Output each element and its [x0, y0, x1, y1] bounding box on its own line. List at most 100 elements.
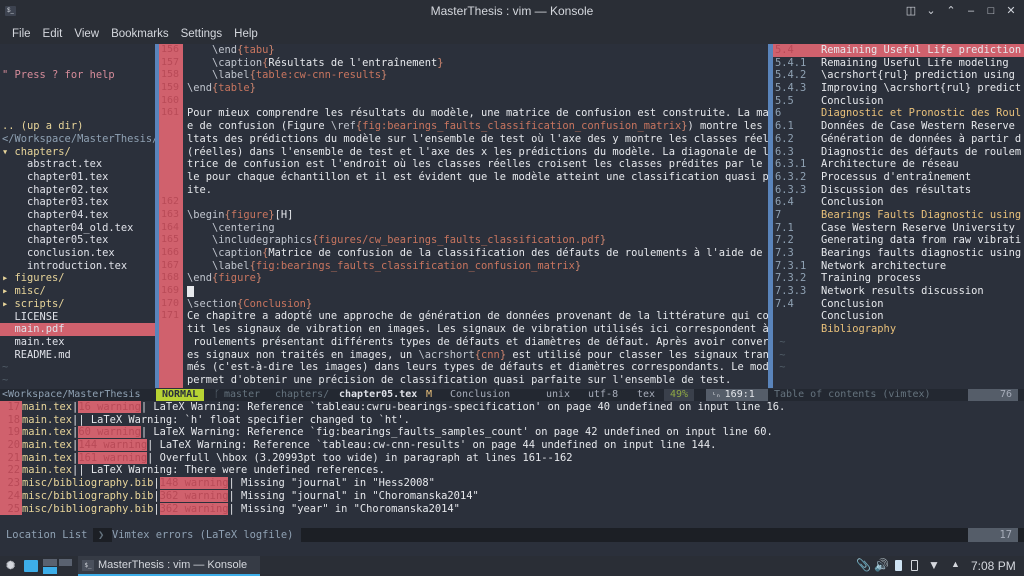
tree-item[interactable]: ▸ scripts/: [0, 298, 155, 311]
tree-item[interactable]: main.pdf: [0, 323, 155, 336]
location-list-entry[interactable]: 20 main.tex|144 warning| LaTeX Warning: R…: [0, 439, 1024, 452]
toc-entry[interactable]: 5.4.3 Improving \acrshort{rul} predict: [773, 82, 1024, 95]
tree-item[interactable]: chapter02.tex: [0, 184, 155, 197]
editor-line[interactable]: le pour chaque échantillon et il est évi…: [187, 171, 768, 184]
pager-desktop-2[interactable]: [59, 559, 72, 566]
editor-line[interactable]: \label{table:cw-cnn-results}: [187, 69, 768, 82]
tree-item[interactable]: conclusion.tex: [0, 247, 155, 260]
editor-buffer[interactable]: \end{tabu} \caption{Résultats de l'entra…: [184, 44, 768, 388]
editor-line[interactable]: \end{tabu}: [187, 44, 768, 57]
editor-line[interactable]: \includegraphics{figures/cw_bearings_fau…: [187, 234, 768, 247]
minimize-button[interactable]: –: [964, 3, 978, 19]
phone-icon[interactable]: [911, 560, 918, 571]
location-list-entry[interactable]: 21 main.tex|161 warning| Overfull \hbox (…: [0, 451, 1024, 465]
toc-entry[interactable]: 7.3.3 Network results discussion: [773, 285, 1024, 298]
toc-entry[interactable]: 5.5 Conclusion: [773, 95, 1024, 108]
tree-item[interactable]: README.md: [0, 349, 155, 362]
toc-entry[interactable]: 5.4.1 Remaining Useful Life modeling: [773, 57, 1024, 70]
location-list-entry[interactable]: 25 misc/bibliography.bib|362 warning| Mis…: [0, 502, 1024, 516]
editor-line[interactable]: [187, 196, 768, 209]
tree-item[interactable]: chapter03.tex: [0, 196, 155, 209]
tree-item[interactable]: </Workspace/MasterThesis/: [0, 133, 155, 146]
editor-line[interactable]: (réelles) dans l'ensemble de test et l'a…: [187, 146, 768, 159]
toc-entry[interactable]: 7.3.2 Training process: [773, 272, 1024, 285]
menu-settings[interactable]: Settings: [175, 22, 229, 44]
editor-line[interactable]: Pour mieux comprendre les résultats du m…: [187, 107, 768, 120]
editor-line[interactable]: \section{Conclusion}: [187, 298, 768, 311]
tree-item[interactable]: chapter05.tex: [0, 234, 155, 247]
toc-entry[interactable]: 6.4 Conclusion: [773, 196, 1024, 209]
toc-entry[interactable]: 5.4 Remaining Useful Life prediction: [773, 44, 1024, 57]
location-list-entry[interactable]: 19 main.tex|60 warning| LaTeX Warning: Re…: [0, 426, 1024, 440]
location-list-entry[interactable]: 18 main.tex|| LaTeX Warning: `h' float sp…: [0, 413, 1024, 427]
volume-icon[interactable]: 🔊: [874, 558, 889, 572]
toc-entry[interactable]: 7 Bearings Faults Diagnostic using: [773, 209, 1024, 222]
tray-expand-icon[interactable]: ▲: [951, 559, 960, 569]
editor-line[interactable]: \caption{Matrice de confusion de la clas…: [187, 247, 768, 260]
editor-line[interactable]: Ce chapitre a adopté une approche de gén…: [187, 310, 768, 323]
tree-item[interactable]: ▾ chapters/: [0, 146, 155, 159]
tree-item[interactable]: chapter04_old.tex: [0, 222, 155, 235]
location-list[interactable]: 17 main.tex|16 warning| LaTeX Warning: Re…: [0, 401, 1024, 521]
chevron-down-icon[interactable]: ⌄: [924, 3, 938, 19]
editor-line[interactable]: més (c'est-à-dire les images) dans leurs…: [187, 361, 768, 374]
clock[interactable]: 7:08 PM: [971, 559, 1016, 573]
toc-entry[interactable]: 6.3.3 Discussion des résultats: [773, 184, 1024, 197]
editor-line[interactable]: tit les signaux de vibration en images. …: [187, 323, 768, 336]
toc-entry[interactable]: 6.3.2 Processus d'entraînement: [773, 171, 1024, 184]
editor-line[interactable]: [187, 95, 768, 108]
editor-line[interactable]: ite.: [187, 184, 768, 197]
editor-line[interactable]: e de confusion (Figure \ref{fig:bearings…: [187, 120, 768, 133]
pager-desktop-3[interactable]: [43, 567, 57, 574]
toc-entry[interactable]: 6.1 Données de Case Western Reserve: [773, 120, 1024, 133]
editor-line[interactable]: ltats des prédictions du modèle sur l'en…: [187, 133, 768, 146]
close-button[interactable]: ✕: [1004, 3, 1018, 19]
tree-item[interactable]: introduction.tex: [0, 260, 155, 273]
kde-launcher-icon[interactable]: ✺: [6, 559, 15, 572]
editor-line[interactable]: \end{figure}: [187, 272, 768, 285]
pager-desktop-1[interactable]: [43, 559, 57, 566]
toc-entry[interactable]: 6 Diagnostic et Pronostic des Roul: [773, 107, 1024, 120]
wifi-icon[interactable]: ▼: [928, 558, 940, 572]
toc-entry[interactable]: 6.3 Diagnostic des défauts de roulem: [773, 146, 1024, 159]
editor-line[interactable]: \centering: [187, 222, 768, 235]
chevron-up-icon[interactable]: ⌃: [944, 3, 958, 19]
tree-item[interactable]: chapter01.tex: [0, 171, 155, 184]
tree-item[interactable]: abstract.tex: [0, 158, 155, 171]
menu-view[interactable]: View: [68, 22, 105, 44]
toc-entry[interactable]: Conclusion: [773, 310, 1024, 323]
tree-item[interactable]: main.tex: [0, 336, 155, 349]
editor-line[interactable]: permet d'obtenir une précision de classi…: [187, 374, 768, 387]
tree-item[interactable]: chapter04.tex: [0, 209, 155, 222]
task-konsole[interactable]: $_ MasterThesis : vim — Konsole: [78, 556, 260, 576]
toc-pane[interactable]: 5.4 Remaining Useful Life prediction 5.4.1…: [773, 44, 1024, 388]
editor-line[interactable]: \end{table}: [187, 82, 768, 95]
editor-line[interactable]: \begin{figure}[H]: [187, 209, 768, 222]
menu-help[interactable]: Help: [228, 22, 264, 44]
maximize-button[interactable]: □: [984, 3, 998, 19]
menu-edit[interactable]: Edit: [37, 22, 69, 44]
location-list-entry[interactable]: 24 misc/bibliography.bib|362 warning| Mis…: [0, 489, 1024, 503]
split-view-icon[interactable]: ◫: [904, 3, 918, 19]
editor-line[interactable]: [187, 285, 768, 298]
tree-item[interactable]: ▸ figures/: [0, 272, 155, 285]
toc-entry[interactable]: 7.4 Conclusion: [773, 298, 1024, 311]
battery-icon[interactable]: [895, 560, 902, 571]
location-list-entry[interactable]: 22 main.tex|| LaTeX Warning: There were u…: [0, 464, 1024, 478]
terminal[interactable]: " Press ? for help .. (up a dir) </Worksp…: [0, 44, 1024, 544]
toc-entry[interactable]: Bibliography: [773, 323, 1024, 336]
editor-line[interactable]: es signaux non traités en images, un \ac…: [187, 349, 768, 362]
toc-entry[interactable]: 7.3 Bearings faults diagnostic using: [773, 247, 1024, 260]
toc-entry[interactable]: 7.1 Case Western Reserve University: [773, 222, 1024, 235]
toc-entry[interactable]: 7.2 Generating data from raw vibrati: [773, 234, 1024, 247]
tree-item[interactable]: .. (up a dir): [0, 120, 155, 133]
editor-line[interactable]: roulements présentant différents types d…: [187, 336, 768, 349]
location-list-entry[interactable]: 17 main.tex|16 warning| LaTeX Warning: Re…: [0, 401, 1024, 414]
toc-entry[interactable]: 6.3.1 Architecture de réseau: [773, 158, 1024, 171]
menu-file[interactable]: File: [6, 22, 37, 44]
tree-item[interactable]: LICENSE: [0, 311, 155, 324]
location-list-entry[interactable]: 23 misc/bibliography.bib|148 warning| Mis…: [0, 477, 1024, 490]
tree-item[interactable]: ▸ misc/: [0, 285, 155, 298]
editor-line[interactable]: \label{fig:bearings_faults_classificatio…: [187, 260, 768, 273]
toc-entry[interactable]: 7.3.1 Network architecture: [773, 260, 1024, 273]
